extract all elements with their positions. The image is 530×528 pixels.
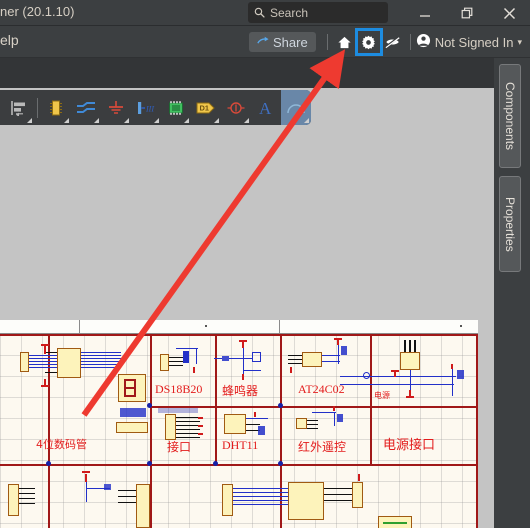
share-label: Share (272, 34, 308, 50)
schematic-label: DS18B20 (155, 382, 203, 396)
home-icon[interactable] (333, 30, 357, 54)
menu-item-help[interactable]: elp (0, 32, 19, 48)
text-tool[interactable]: A (251, 90, 281, 125)
window-title: ner (20.1.10) (0, 4, 75, 19)
restore-button[interactable] (446, 0, 488, 26)
panel-tab-properties-label: Properties (503, 196, 517, 252)
align-tool[interactable] (4, 90, 34, 125)
search-input[interactable]: Search (248, 2, 388, 23)
divider (37, 97, 38, 118)
dropdown-indicator[interactable] (27, 118, 32, 123)
application-window: ner (20.1.10) Search elp Share Not Signe… (0, 0, 530, 528)
dropdown-indicator[interactable] (94, 118, 99, 123)
menu-bar: elp Share Not Signed In ▾ (0, 26, 530, 58)
gear-icon[interactable] (354, 28, 383, 56)
ground-tool[interactable] (101, 90, 131, 125)
close-button[interactable] (488, 0, 530, 26)
divider (409, 34, 411, 50)
search-placeholder: Search (270, 5, 309, 20)
dropdown-indicator[interactable] (64, 118, 69, 123)
info-tool[interactable] (221, 90, 251, 125)
schematic-canvas[interactable]: 电子芯 (0, 126, 494, 528)
wire-tool[interactable] (71, 90, 101, 125)
search-icon (254, 7, 265, 18)
dropdown-indicator[interactable] (304, 118, 309, 123)
pcb-footprint-tool[interactable] (161, 90, 191, 125)
schematic-label: 接口 (167, 440, 192, 454)
dropdown-indicator[interactable] (244, 118, 249, 123)
dropdown-indicator[interactable] (154, 118, 159, 123)
ic-component-tool[interactable] (41, 90, 71, 125)
schematic-label: 电源接口 (383, 438, 436, 453)
arc-tool[interactable] (281, 90, 311, 125)
window-controls (404, 0, 530, 26)
schematic-label: 红外遥控 (298, 440, 347, 454)
svg-text:A: A (259, 99, 272, 117)
sheet-top-ruler (0, 320, 478, 334)
dropdown-indicator[interactable] (214, 118, 219, 123)
share-button[interactable]: Share (248, 32, 316, 52)
dropdown-indicator[interactable] (184, 118, 189, 123)
account-label: Not Signed In (434, 34, 514, 50)
account-menu[interactable]: Not Signed In ▾ (416, 33, 526, 51)
divider (326, 34, 328, 50)
svg-text:III: III (145, 104, 154, 113)
schematic-label: 4位数码管 (36, 438, 87, 451)
panel-tab-components[interactable]: Components (499, 64, 521, 168)
share-arrow-icon (257, 35, 269, 50)
right-dock: Components Properties (494, 58, 530, 528)
person-icon (416, 33, 431, 51)
schematic-sheet-wrapper: 4位数码管 DS18B20 蜂鸣器 AT24C02 接口 DHT11 红外遥控 … (0, 320, 478, 528)
chevron-down-icon: ▾ (517, 36, 522, 47)
minimize-button[interactable] (404, 0, 446, 26)
title-bar: ner (20.1.10) Search (0, 0, 530, 26)
menu-bar-right-group: Share Not Signed In ▾ (248, 26, 526, 58)
panel-tab-properties[interactable]: Properties (499, 176, 521, 272)
schematic-label-power: 电源 (374, 391, 390, 400)
schematic-sheet[interactable]: 4位数码管 DS18B20 蜂鸣器 AT24C02 接口 DHT11 红外遥控 … (0, 334, 478, 528)
dropdown-indicator[interactable] (124, 118, 129, 123)
designator-tool[interactable]: D1 (191, 90, 221, 125)
eye-slash-icon[interactable] (381, 30, 405, 54)
net-port-tool[interactable]: III (131, 90, 161, 125)
schematic-label: DHT11 (222, 438, 259, 452)
panel-tab-components-label: Components (503, 81, 517, 151)
svg-text:D1: D1 (200, 103, 209, 112)
schematic-label: AT24C02 (298, 382, 345, 396)
toolbar-background-strip (0, 58, 530, 88)
schematic-label: 蜂鸣器 (222, 384, 259, 398)
drawing-toolbar: III D1 A (0, 90, 311, 125)
